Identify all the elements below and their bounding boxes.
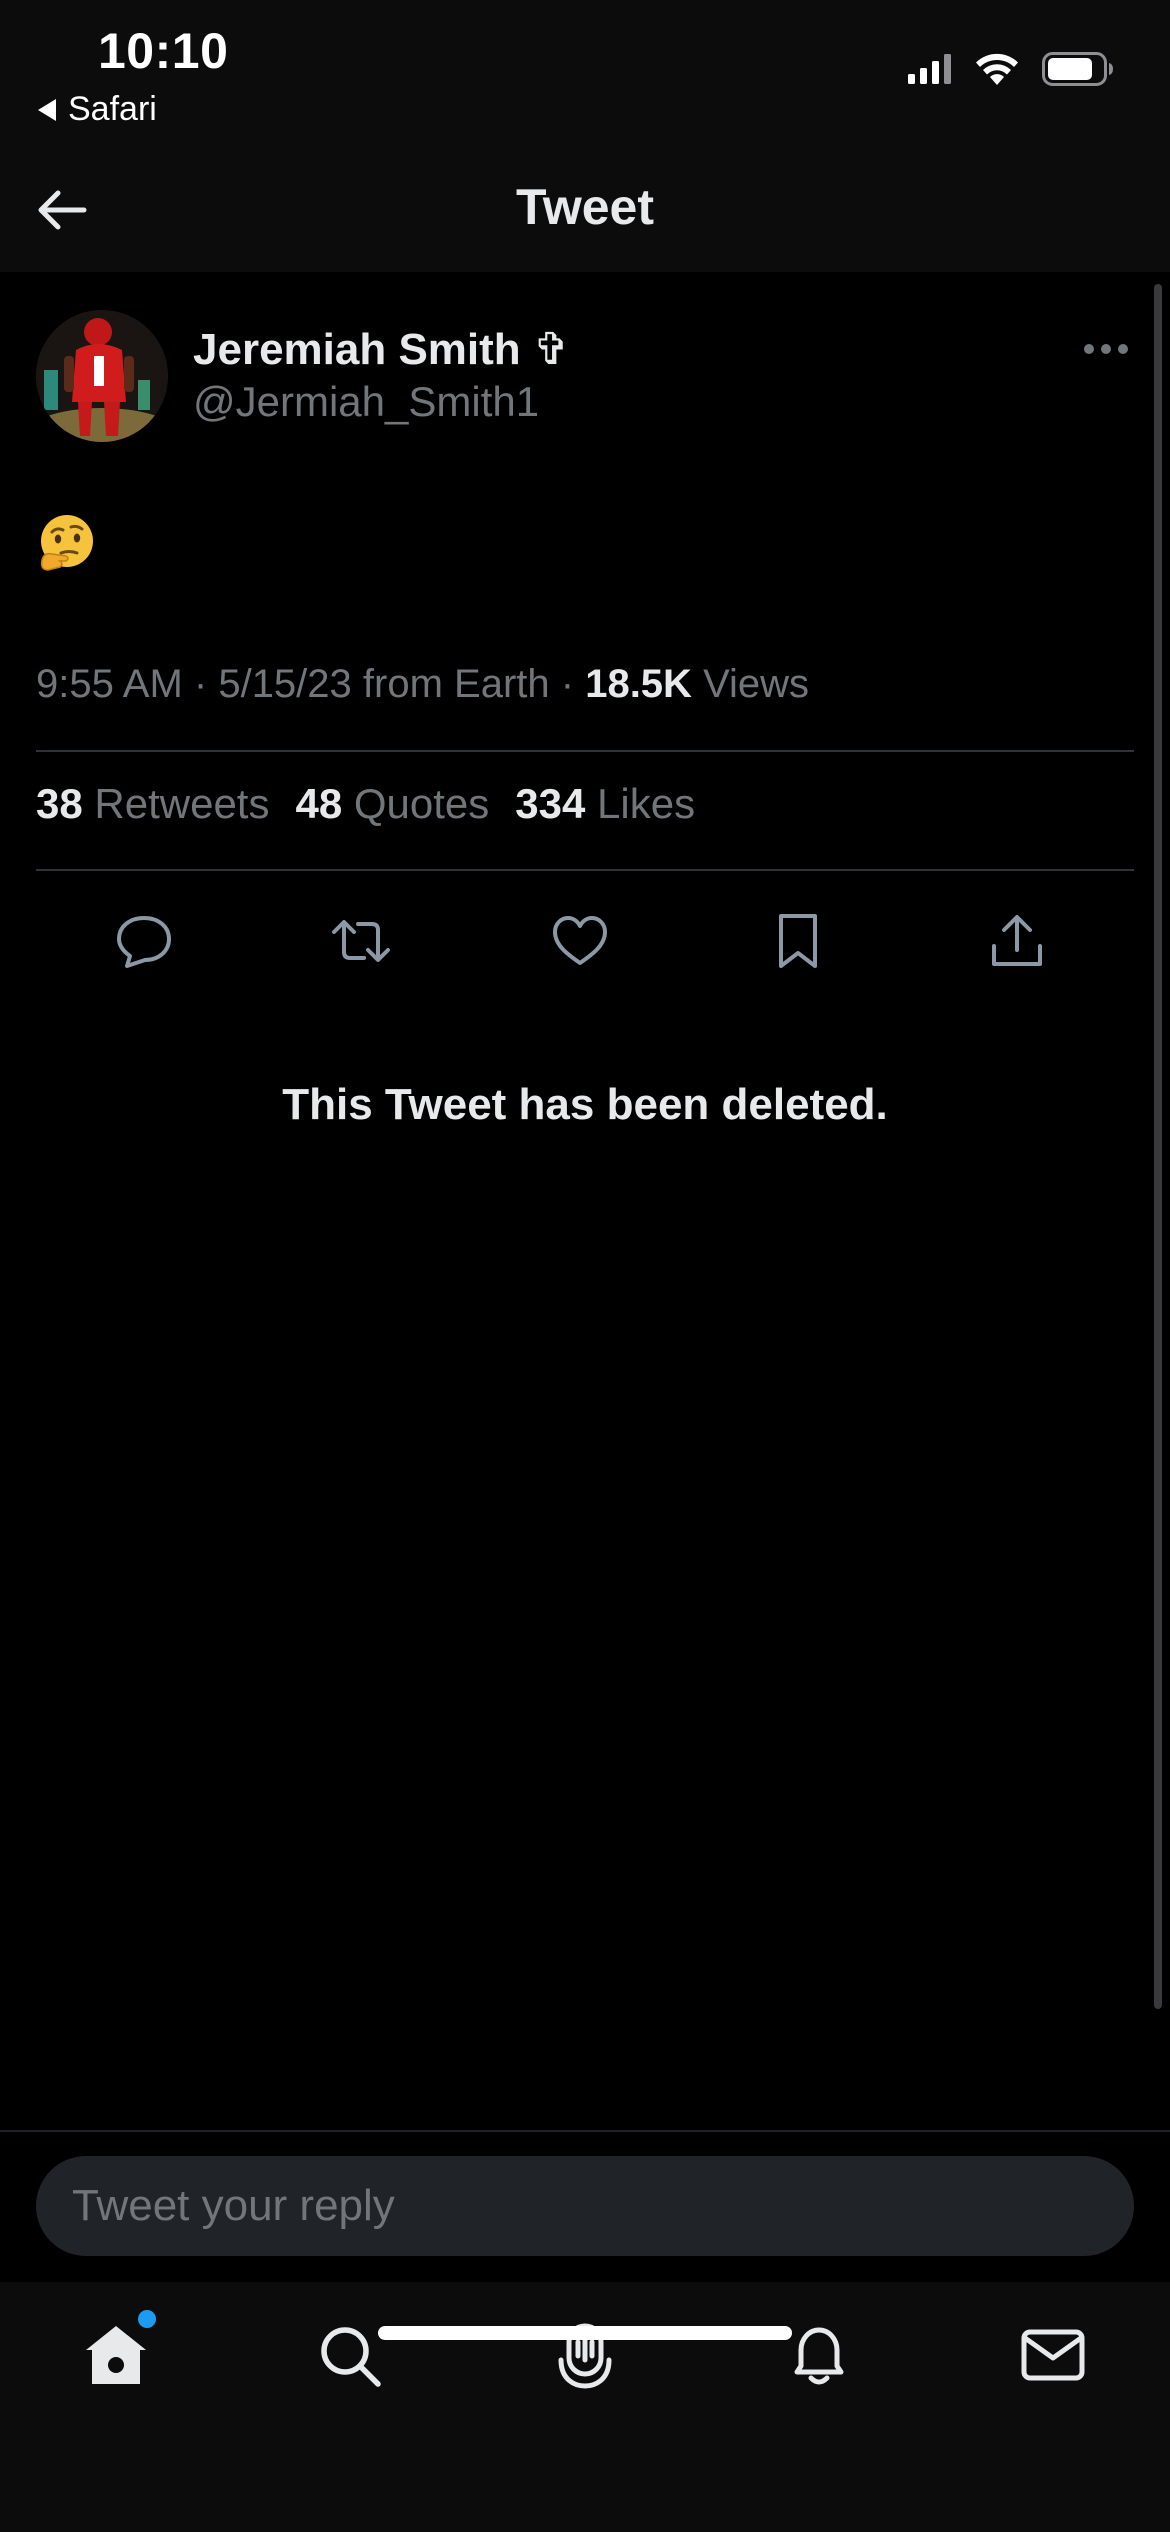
avatar[interactable] bbox=[36, 310, 168, 442]
like-icon[interactable] bbox=[549, 910, 611, 972]
page-title: Tweet bbox=[516, 179, 654, 235]
tab-notifications[interactable] bbox=[783, 2320, 855, 2392]
meta-separator: · bbox=[560, 662, 586, 706]
tweet-meta: 9:55 AM · 5/15/23 from Earth · 18.5K Vie… bbox=[36, 662, 809, 707]
tweet-actions bbox=[36, 890, 1134, 990]
top-navigation-bar: Tweet bbox=[0, 150, 1170, 272]
quotes-stat[interactable]: 48 Quotes bbox=[295, 780, 489, 827]
status-icons bbox=[908, 52, 1114, 86]
views-count: 18.5K bbox=[585, 662, 692, 706]
retweets-label: Retweets bbox=[94, 780, 270, 827]
tweet-source: from Earth bbox=[362, 662, 550, 706]
more-dot bbox=[1084, 344, 1094, 354]
retweets-count: 38 bbox=[36, 780, 83, 827]
home-notification-dot bbox=[138, 2310, 156, 2328]
author-name[interactable]: Jeremiah Smith ✞ bbox=[193, 324, 570, 375]
wifi-icon bbox=[976, 53, 1018, 85]
status-bar: 10:10 Safari bbox=[0, 0, 1170, 150]
share-icon[interactable] bbox=[986, 910, 1048, 972]
retweet-icon[interactable] bbox=[330, 910, 392, 972]
status-time: 10:10 bbox=[98, 23, 229, 79]
bottom-tab-bar bbox=[0, 2282, 1170, 2532]
tweet-time: 9:55 AM bbox=[36, 662, 183, 706]
more-dot bbox=[1118, 344, 1128, 354]
search-icon bbox=[321, 2327, 381, 2387]
home-icon bbox=[86, 2326, 146, 2384]
retweets-stat[interactable]: 38 Retweets bbox=[36, 780, 269, 827]
scrollbar[interactable] bbox=[1154, 284, 1162, 2009]
reply-bar: Tweet your reply bbox=[0, 2130, 1170, 2284]
more-dot bbox=[1101, 344, 1111, 354]
back-triangle-icon bbox=[38, 98, 56, 121]
back-to-safari-button[interactable]: Safari bbox=[38, 90, 157, 129]
tweet-detail: Jeremiah Smith ✞ @Jermiah_Smith1 9:55 AM… bbox=[0, 272, 1170, 2130]
back-app-label: Safari bbox=[68, 90, 157, 128]
home-indicator[interactable] bbox=[378, 2326, 792, 2340]
notifications-icon bbox=[794, 2327, 844, 2385]
messages-icon bbox=[1021, 2329, 1085, 2381]
bookmark-icon[interactable] bbox=[767, 910, 829, 972]
views-label[interactable]: Views bbox=[703, 662, 809, 706]
reply-icon[interactable] bbox=[113, 910, 175, 972]
tab-home[interactable] bbox=[80, 2310, 156, 2392]
meta-separator: · bbox=[193, 662, 219, 706]
thinking-face-icon bbox=[40, 515, 93, 571]
likes-label: Likes bbox=[597, 780, 696, 827]
likes-stat[interactable]: 334 Likes bbox=[515, 780, 695, 827]
tweet-date: 5/15/23 bbox=[218, 662, 352, 706]
battery-icon bbox=[1042, 52, 1113, 86]
engagement-stats: 38 Retweets 48 Quotes 334 Likes bbox=[36, 780, 695, 828]
author-handle[interactable]: @Jermiah_Smith1 bbox=[193, 378, 539, 426]
avatar-image bbox=[36, 310, 168, 442]
divider bbox=[36, 869, 1134, 871]
divider bbox=[36, 750, 1134, 752]
quotes-label: Quotes bbox=[353, 780, 490, 827]
more-options-icon[interactable] bbox=[1084, 344, 1128, 354]
reply-input[interactable]: Tweet your reply bbox=[36, 2156, 1134, 2256]
cellular-signal-icon bbox=[908, 54, 951, 84]
tab-messages[interactable] bbox=[1017, 2320, 1089, 2392]
deleted-tweet-notice: This Tweet has been deleted. bbox=[282, 1080, 888, 1129]
likes-count: 334 bbox=[515, 780, 586, 827]
quotes-count: 48 bbox=[295, 780, 343, 827]
tab-search[interactable] bbox=[314, 2320, 386, 2392]
